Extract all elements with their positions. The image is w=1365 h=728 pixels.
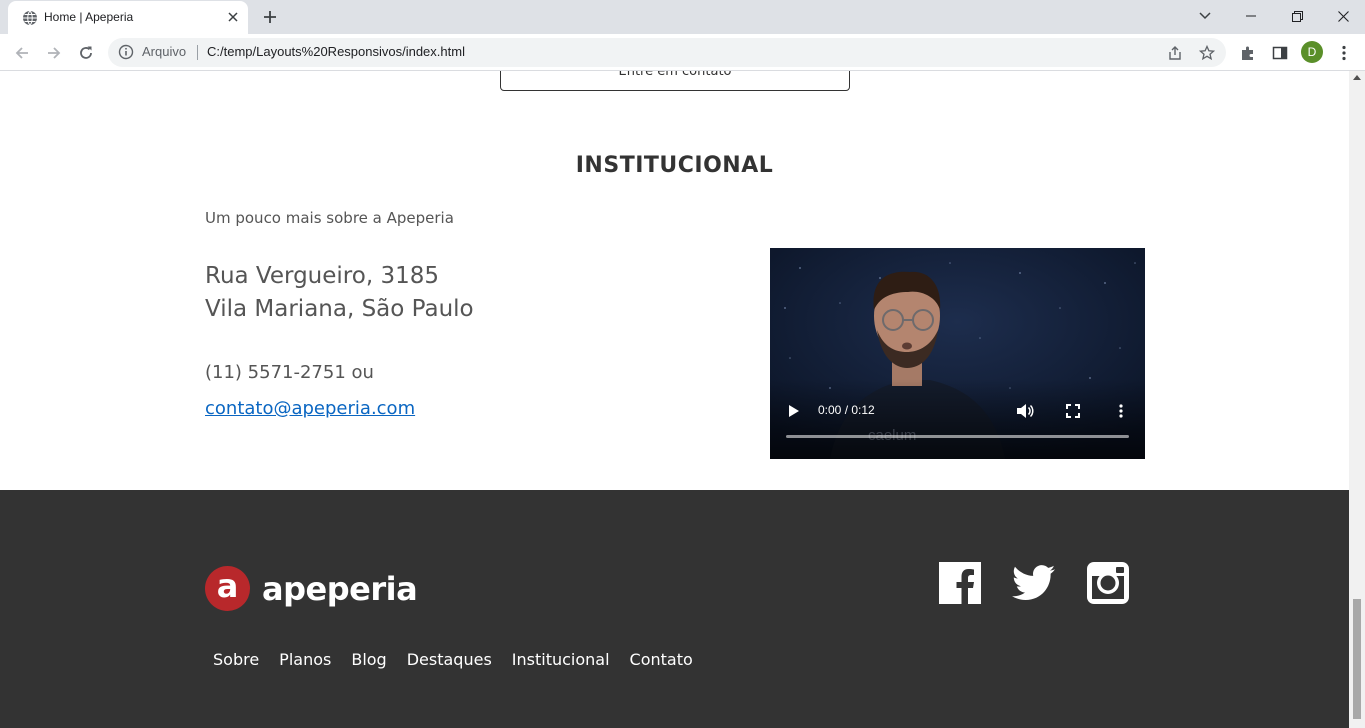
tab-search-icon[interactable]: [1182, 0, 1228, 32]
video-progress-bar[interactable]: [786, 435, 1129, 438]
side-panel-icon[interactable]: [1269, 42, 1291, 64]
phone-number: (11) 5571-2751 ou: [205, 362, 374, 383]
address-bar[interactable]: Arquivo C:/temp/Layouts%20Responsivos/in…: [108, 38, 1226, 67]
footer-link-institucional[interactable]: Institucional: [512, 650, 610, 669]
browser-tab[interactable]: Home | Apeperia: [8, 1, 248, 34]
address-separator: [197, 45, 198, 60]
video-player[interactable]: caelum 0:00 / 0:12: [770, 248, 1145, 459]
video-time: 0:00 / 0:12: [818, 403, 875, 417]
section-title: INSTITUCIONAL: [575, 153, 774, 178]
footer-link-sobre[interactable]: Sobre: [213, 650, 259, 669]
minimize-icon[interactable]: [1228, 0, 1274, 32]
reload-icon[interactable]: [72, 39, 100, 67]
scroll-up-arrow-icon[interactable]: [1353, 75, 1361, 80]
footer-link-planos[interactable]: Planos: [279, 650, 331, 669]
page-viewport: Entre em contato INSTITUCIONAL Um pouco …: [0, 71, 1349, 728]
facebook-icon[interactable]: [939, 562, 981, 604]
tab-strip: Home | Apeperia: [0, 0, 1365, 34]
forward-arrow-icon[interactable]: [40, 39, 68, 67]
site-footer: a apeperia Sobre Planos Blog Destaques I…: [0, 490, 1349, 728]
share-icon[interactable]: [1166, 44, 1184, 62]
logo-mark: a: [205, 566, 250, 611]
globe-icon: [22, 10, 38, 26]
profile-avatar[interactable]: D: [1301, 41, 1323, 63]
play-icon[interactable]: [786, 403, 802, 419]
info-icon[interactable]: [118, 44, 134, 60]
footer-link-contato[interactable]: Contato: [630, 650, 693, 669]
more-menu-icon[interactable]: [1333, 42, 1355, 64]
back-arrow-icon[interactable]: [8, 39, 36, 67]
footer-logo[interactable]: a apeperia: [205, 566, 418, 611]
logo-text: apeperia: [262, 569, 418, 608]
bookmark-star-icon[interactable]: [1198, 44, 1216, 62]
tab-title: Home | Apeperia: [44, 10, 134, 24]
section-subtitle: Um pouco mais sobre a Apeperia: [205, 209, 454, 227]
address-district: Vila Mariana, São Paulo: [205, 296, 474, 322]
browser-toolbar: Arquivo C:/temp/Layouts%20Responsivos/in…: [0, 34, 1365, 71]
instagram-icon[interactable]: [1087, 562, 1129, 604]
page-scrollbar[interactable]: [1349, 71, 1365, 728]
footer-nav: Sobre Planos Blog Destaques Instituciona…: [205, 650, 705, 669]
controls-shade: [770, 379, 1145, 459]
volume-icon[interactable]: [1016, 402, 1034, 420]
address-block: Rua Vergueiro, 3185 Vila Mariana, São Pa…: [205, 260, 474, 326]
close-tab-icon[interactable]: [224, 8, 242, 26]
restore-icon[interactable]: [1274, 0, 1320, 32]
scrollbar-thumb[interactable]: [1353, 599, 1361, 719]
new-tab-button[interactable]: [258, 6, 282, 28]
address-scheme: Arquivo: [142, 44, 187, 59]
footer-link-destaques[interactable]: Destaques: [407, 650, 492, 669]
extensions-puzzle-icon[interactable]: [1237, 42, 1259, 64]
twitter-icon[interactable]: [1012, 562, 1055, 604]
address-url[interactable]: C:/temp/Layouts%20Responsivos/index.html: [207, 44, 465, 59]
address-street: Rua Vergueiro, 3185: [205, 263, 439, 289]
video-more-icon[interactable]: [1112, 402, 1130, 420]
fullscreen-icon[interactable]: [1064, 402, 1082, 420]
contact-cta-button[interactable]: Entre em contato: [500, 71, 850, 91]
close-window-icon[interactable]: [1320, 0, 1365, 32]
email-link[interactable]: contato@apeperia.com: [205, 398, 415, 419]
footer-link-blog[interactable]: Blog: [351, 650, 386, 669]
